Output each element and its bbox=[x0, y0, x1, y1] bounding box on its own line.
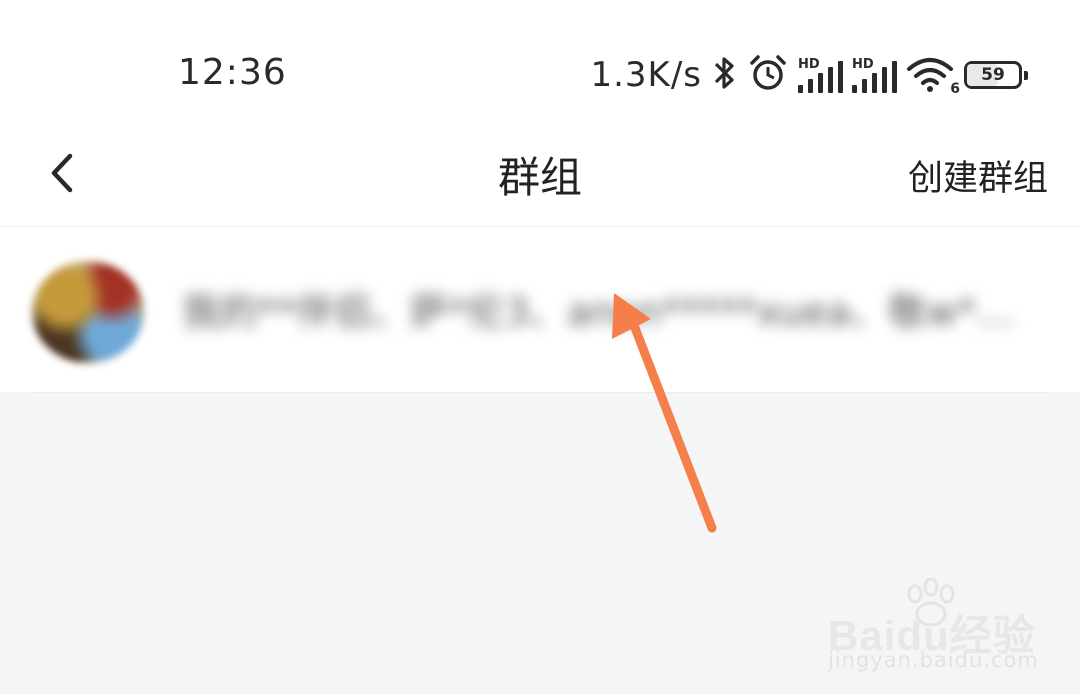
group-name: 我的**伴侣、萨*伦3、anon*****xuea、敬w*… bbox=[182, 290, 1015, 334]
wifi-icon: 6 bbox=[906, 57, 960, 97]
signal-hd-icon: HD bbox=[852, 57, 897, 93]
navigation-bar: 群组 创建群组 bbox=[0, 118, 1080, 226]
group-avatar bbox=[32, 261, 144, 363]
battery-level: 59 bbox=[981, 65, 1005, 85]
watermark: Baidu经验 jingyan.baidu.com bbox=[828, 574, 1058, 674]
status-bar: 12:36 1.3K/s HD HD 6 59 bbox=[0, 40, 1080, 110]
group-list-item[interactable]: 我的**伴侣、萨*伦3、anon*****xuea、敬w*… bbox=[0, 227, 1080, 393]
status-time: 12:36 bbox=[178, 52, 287, 93]
group-list: 我的**伴侣、萨*伦3、anon*****xuea、敬w*… bbox=[0, 226, 1080, 393]
watermark-url: jingyan.baidu.com bbox=[828, 648, 1039, 672]
signal-hd-icon: HD bbox=[798, 57, 843, 93]
header-area: 12:36 1.3K/s HD HD 6 59 群组 创建群组 bbox=[0, 0, 1080, 226]
network-speed: 1.3K/s bbox=[590, 55, 702, 95]
battery-icon: 59 bbox=[964, 61, 1028, 89]
status-icons: 1.3K/s HD HD 6 59 bbox=[590, 50, 1028, 100]
list-divider bbox=[32, 392, 1048, 393]
alarm-icon bbox=[748, 53, 788, 97]
wifi-label: 6 bbox=[950, 81, 960, 97]
create-group-button[interactable]: 创建群组 bbox=[908, 150, 1048, 201]
bluetooth-icon bbox=[712, 54, 738, 96]
